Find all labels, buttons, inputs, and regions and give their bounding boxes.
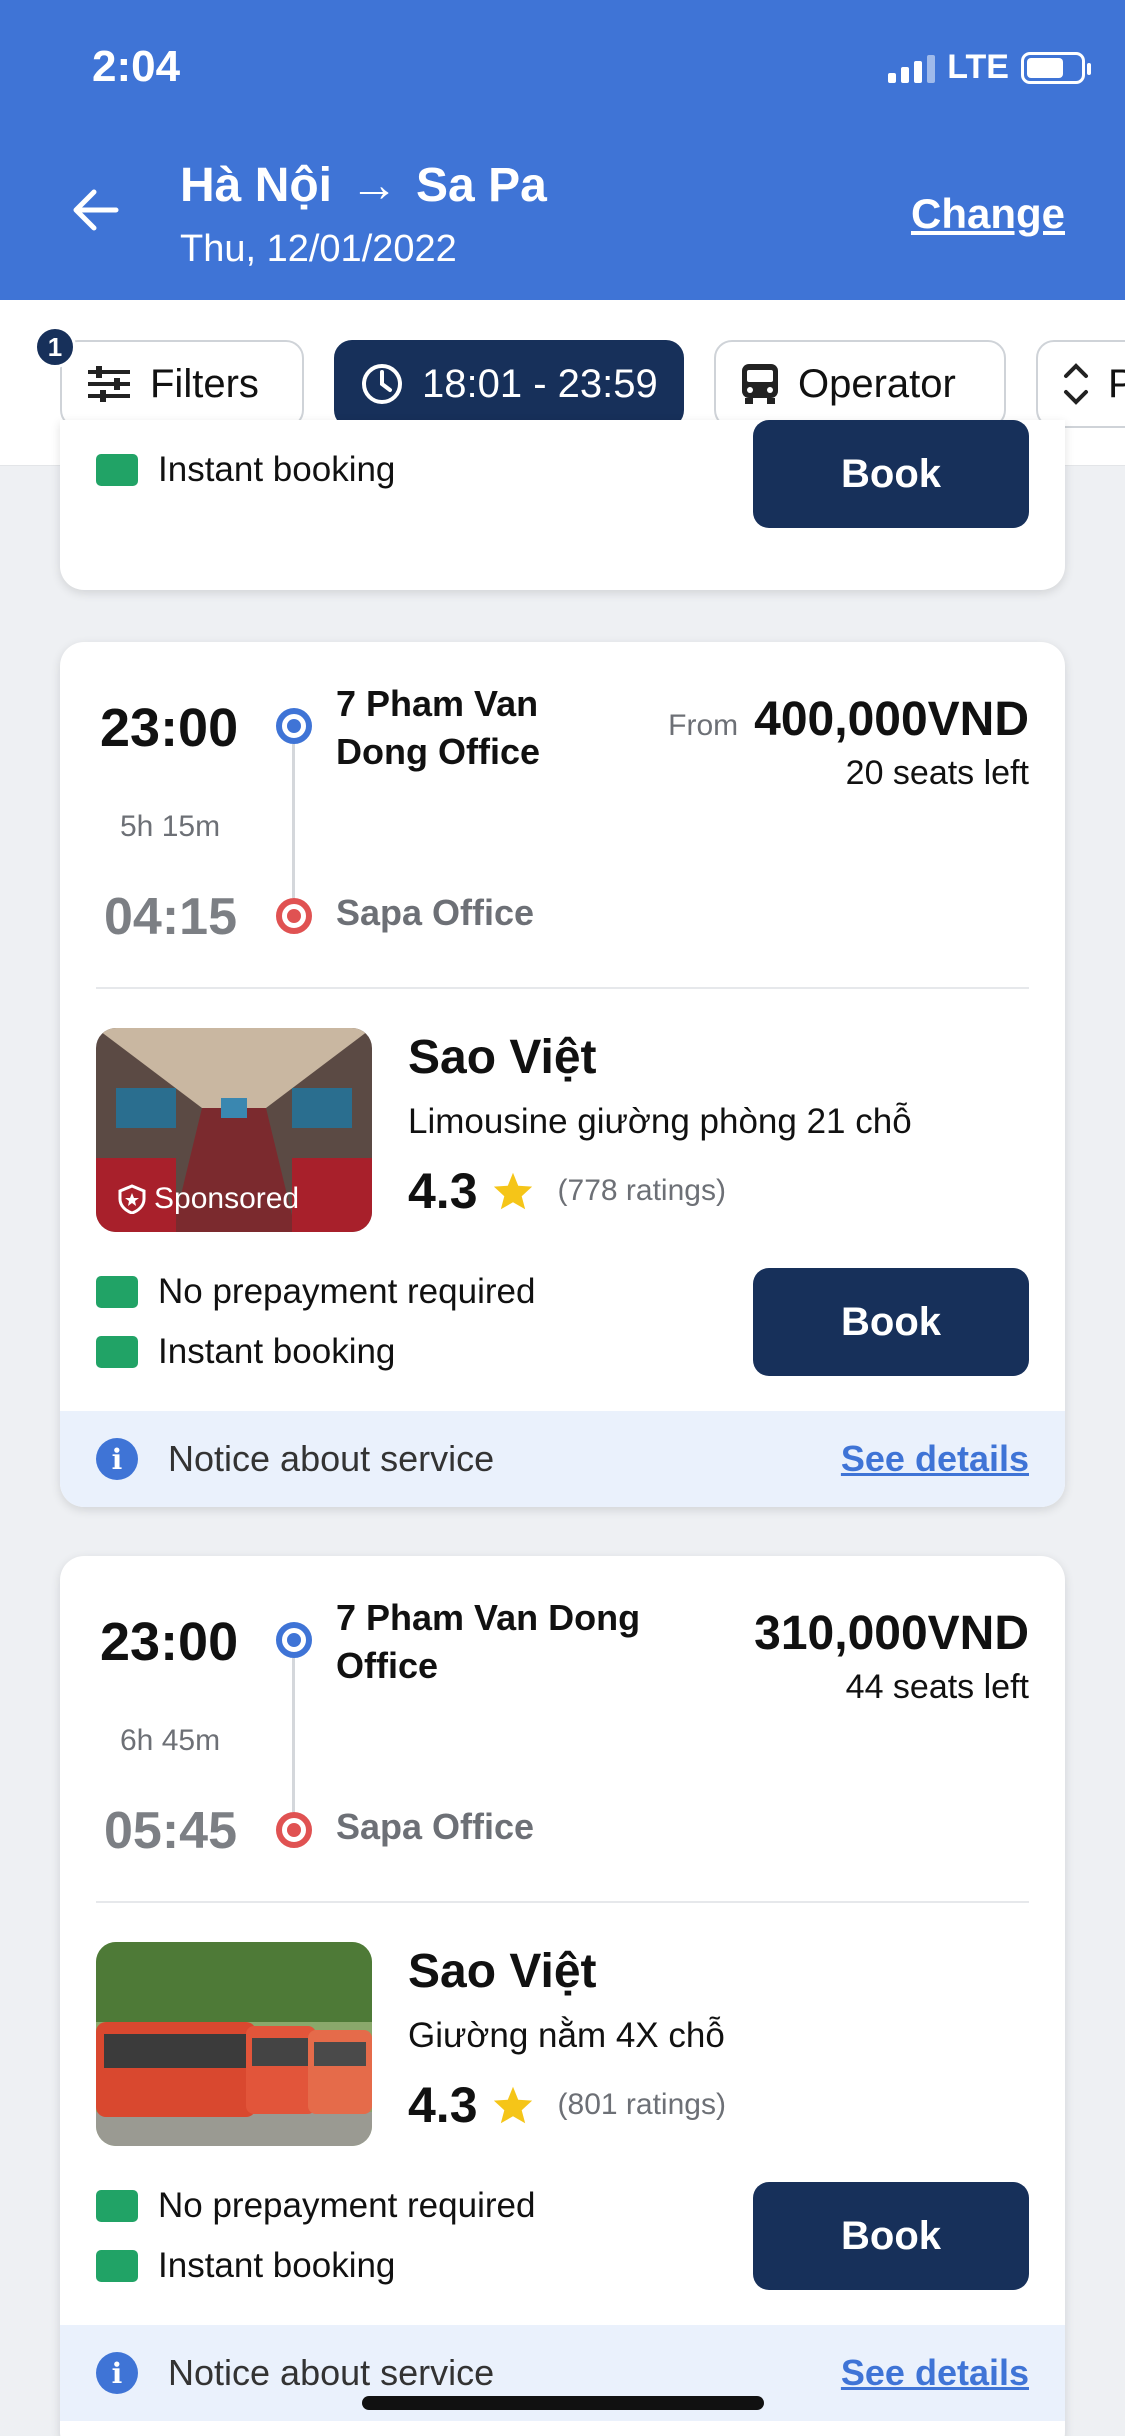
- feature-no-prepayment: No prepayment required: [96, 1272, 535, 1312]
- book-button[interactable]: Book: [753, 420, 1029, 528]
- status-indicators: LTE: [888, 48, 1091, 87]
- rating-value: 4.3: [408, 2077, 478, 2133]
- origin-city: Hà Nội: [180, 159, 333, 212]
- duration: 5h 15m: [120, 810, 221, 843]
- filters-label: Filters: [150, 361, 259, 406]
- wallet-icon: [96, 2190, 138, 2222]
- arrival-time: 05:45: [104, 1802, 237, 1860]
- wallet-icon: [96, 1276, 138, 1308]
- arrival-time: 04:15: [104, 888, 237, 946]
- rating-row: 4.3 (778 ratings): [408, 1162, 726, 1220]
- ticket-icon: [96, 2250, 138, 2282]
- origin-dot-icon: [276, 708, 312, 744]
- to-stop: Sapa Office: [336, 1806, 535, 1847]
- price-row: From 400,000VND: [668, 692, 1029, 747]
- sliders-icon: [88, 366, 130, 402]
- feature-label: Instant booking: [158, 1332, 396, 1371]
- app-header: 2:04 LTE Hà Nội → Sa Pa Thu, 12/01/2022 …: [0, 0, 1125, 300]
- sponsored-label: Sponsored: [118, 1182, 299, 1216]
- filter-count-badge: 1: [34, 326, 76, 368]
- price-row: 310,000VND: [754, 1606, 1029, 1661]
- bus-fleet-image: [96, 1942, 372, 2146]
- feature-label: Instant booking: [158, 2246, 396, 2285]
- operator-name: Sao Việt: [408, 1945, 597, 1998]
- feature-label: No prepayment required: [158, 2186, 536, 2225]
- feature-label: No prepayment required: [158, 1272, 536, 1311]
- route-line: [292, 1658, 295, 1812]
- home-indicator[interactable]: [362, 2396, 764, 2410]
- book-button[interactable]: Book: [753, 2182, 1029, 2290]
- rating-row: 4.3 (801 ratings): [408, 2076, 726, 2134]
- from-label: From: [668, 709, 739, 742]
- operator-label: Operator: [798, 361, 956, 406]
- filters-chip[interactable]: Filters: [60, 340, 304, 428]
- ticket-icon: [96, 454, 138, 486]
- route-line: [292, 744, 295, 898]
- sort-icon: [1064, 363, 1088, 405]
- signal-icon: [888, 53, 936, 83]
- feature-instant-booking: Instant booking: [96, 2246, 395, 2286]
- clock-icon: [362, 364, 402, 404]
- sort-label: P: [1108, 361, 1125, 406]
- star-icon: [493, 1172, 532, 1210]
- feature-no-prepayment: No prepayment required: [96, 2186, 535, 2226]
- vehicle-type: Limousine giường phòng 21 chỗ: [408, 1102, 912, 1141]
- trip-card-partial: Instant booking Book: [60, 420, 1065, 590]
- seats-left: 20 seats left: [845, 754, 1029, 792]
- trip-card[interactable]: 23:00 6h 45m 05:45 7 Pham Van Dong Offic…: [60, 1556, 1065, 2436]
- info-icon: i: [96, 1438, 138, 1480]
- battery-icon: [1021, 51, 1091, 84]
- price: 310,000VND: [754, 1607, 1029, 1660]
- service-notice: i Notice about service See details: [60, 1411, 1065, 1507]
- duration: 6h 45m: [120, 1724, 221, 1757]
- to-stop: Sapa Office: [336, 892, 535, 933]
- travel-date: Thu, 12/01/2022: [180, 228, 457, 270]
- bus-icon: [742, 364, 778, 404]
- divider: [96, 987, 1029, 989]
- from-stop: 7 Pham Van Dong Office: [336, 1597, 641, 1686]
- book-button[interactable]: Book: [753, 1268, 1029, 1376]
- change-link[interactable]: Change: [911, 190, 1065, 238]
- trip-card[interactable]: 23:00 5h 15m 04:15 7 Pham Van Dong Offic…: [60, 642, 1065, 1507]
- back-arrow-icon[interactable]: [66, 180, 126, 240]
- notice-text: Notice about service: [168, 2352, 495, 2393]
- shield-icon: [118, 1184, 146, 1214]
- destination-city: Sa Pa: [416, 159, 547, 212]
- network-label: LTE: [947, 48, 1009, 86]
- bus-photo: [96, 1942, 372, 2146]
- operator-name: Sao Việt: [408, 1031, 597, 1084]
- notice-text: Notice about service: [168, 1438, 495, 1479]
- route-arrow: →: [350, 159, 399, 212]
- feature-instant-booking: Instant booking: [96, 1332, 395, 1372]
- price: 400,000VND: [754, 693, 1029, 746]
- feature-instant-booking: Instant booking: [96, 450, 395, 490]
- time-range-label: 18:01 - 23:59: [422, 361, 658, 406]
- see-details-link[interactable]: See details: [841, 2352, 1029, 2394]
- destination-dot-icon: [276, 898, 312, 934]
- ticket-icon: [96, 1336, 138, 1368]
- destination-dot-icon: [276, 1812, 312, 1848]
- info-icon: i: [96, 2352, 138, 2394]
- vehicle-type: Giường nằm 4X chỗ: [408, 2016, 725, 2055]
- see-details-link[interactable]: See details: [841, 1438, 1029, 1480]
- departure-time: 23:00: [100, 1612, 239, 1672]
- star-icon: [493, 2086, 532, 2124]
- departure-time: 23:00: [100, 698, 239, 758]
- bus-photo: Sponsored: [96, 1028, 372, 1232]
- time-range-chip[interactable]: 18:01 - 23:59: [334, 340, 684, 428]
- rating-count: (778 ratings): [557, 1174, 726, 1207]
- status-time: 2:04: [92, 42, 181, 91]
- route-title: Hà Nội → Sa Pa: [180, 158, 547, 213]
- origin-dot-icon: [276, 1622, 312, 1658]
- rating-count: (801 ratings): [557, 2088, 726, 2121]
- sort-chip[interactable]: P: [1036, 340, 1125, 428]
- feature-label: Instant booking: [158, 450, 396, 489]
- operator-chip[interactable]: Operator: [714, 340, 1006, 428]
- seats-left: 44 seats left: [845, 1668, 1029, 1706]
- rating-value: 4.3: [408, 1163, 478, 1219]
- sponsored-text: Sponsored: [154, 1182, 300, 1215]
- divider: [96, 1901, 1029, 1903]
- from-stop: 7 Pham Van Dong Office: [336, 683, 540, 772]
